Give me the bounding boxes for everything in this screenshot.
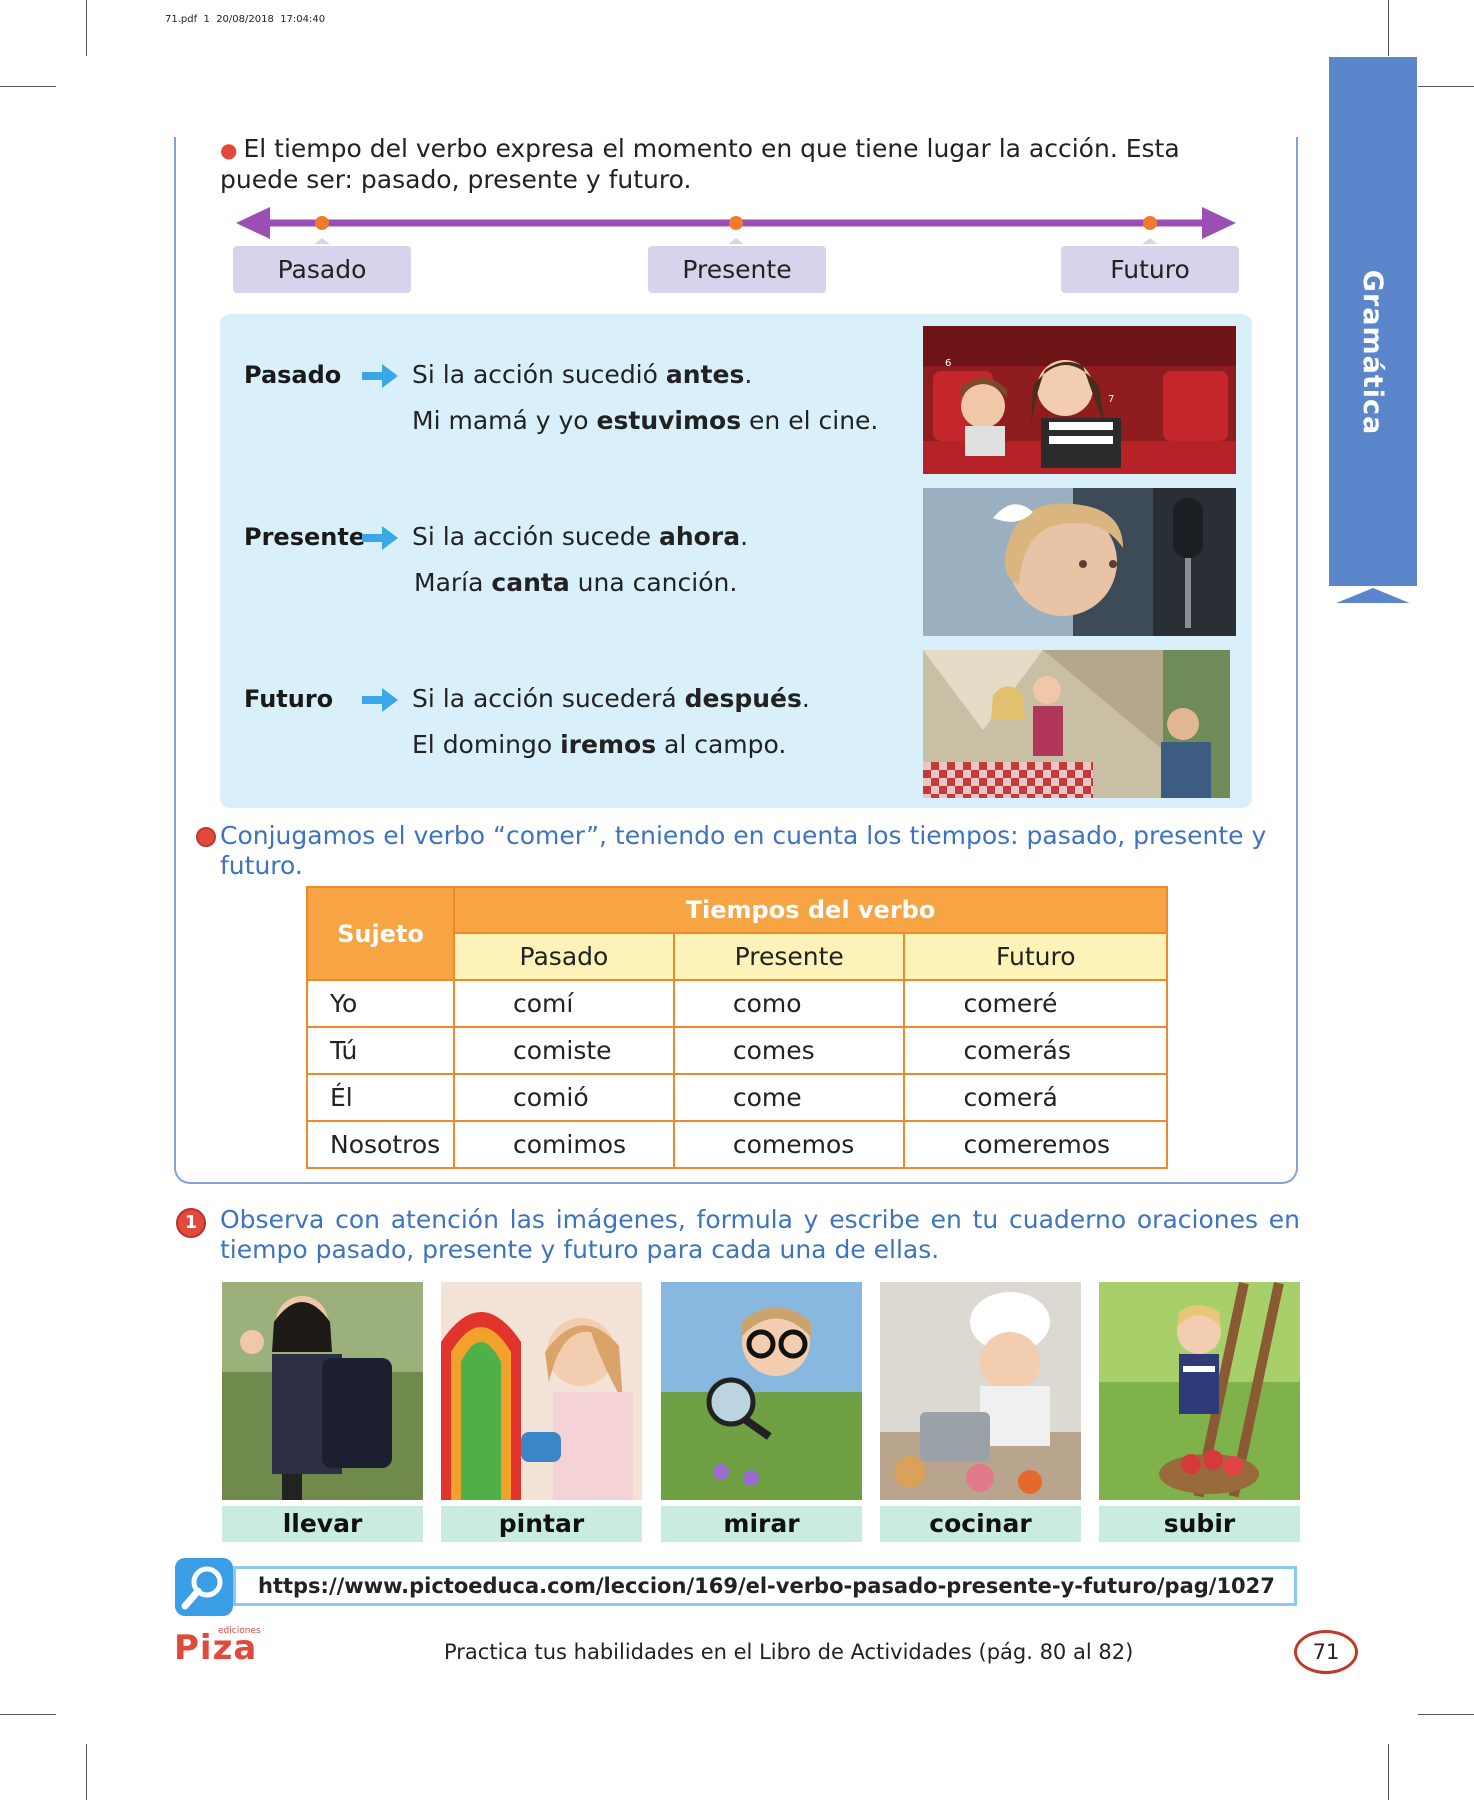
crop-mark: [1418, 86, 1474, 87]
arrow-right-icon: [362, 364, 398, 388]
subject-cell: Yo: [306, 979, 455, 1028]
search-icon: [175, 1558, 233, 1616]
verb-cell: comimos: [453, 1120, 675, 1169]
timeline-label-futuro: Futuro: [1061, 246, 1239, 293]
timeline-label-pasado: Pasado: [233, 246, 411, 293]
verb-cell: comiste: [453, 1026, 675, 1075]
page-number: 71: [1294, 1630, 1358, 1674]
tense-definition: Si la acción sucederá después.: [412, 684, 810, 713]
conjugation-title: Conjugamos el verbo “comer”, teniendo en…: [220, 821, 1267, 880]
girl-painting-photo: [441, 1282, 642, 1500]
side-tab-label: Gramática: [1357, 269, 1389, 435]
table-row: Tú comiste comes comerás: [306, 1026, 1168, 1075]
header-tenses: Tiempos del verbo: [453, 886, 1168, 934]
verb-cell: comes: [672, 1026, 906, 1075]
boy-magnifier-photo: [661, 1282, 862, 1500]
verb-cell: comerá: [903, 1073, 1168, 1122]
camping-family-photo: [923, 650, 1230, 798]
verb-cell: comeremos: [903, 1120, 1168, 1169]
exercise-label-cocinar: cocinar: [880, 1506, 1081, 1542]
header-futuro: Futuro: [903, 932, 1168, 981]
table-header-row: Sujeto Tiempos del verbo: [306, 886, 1168, 981]
subject-cell: Nosotros: [306, 1120, 455, 1169]
bullet-icon: ●: [220, 138, 238, 162]
verb-cell: comí: [453, 979, 675, 1028]
conjugation-table: Sujeto Tiempos del verbo Pasado Presente…: [306, 886, 1168, 1169]
exercise-label-llevar: llevar: [222, 1506, 423, 1542]
footer-text: Practica tus habilidades en el Libro de …: [444, 1640, 1134, 1664]
tense-definition: Si la acción sucedió antes.: [412, 360, 753, 389]
exercise-label-mirar: mirar: [661, 1506, 862, 1542]
table-row: Yo comí como comeré: [306, 979, 1168, 1028]
header-subject: Sujeto: [306, 886, 455, 981]
crop-mark: [0, 1714, 56, 1715]
verb-cell: comemos: [672, 1120, 906, 1169]
crop-mark: [1388, 1744, 1389, 1800]
tense-term-pasado: Pasado: [244, 361, 342, 389]
singing-girl-photo: [923, 488, 1236, 636]
bullet-icon: [196, 827, 216, 847]
header-pasado: Pasado: [453, 932, 675, 981]
tense-term-presente: Presente: [244, 523, 366, 551]
svg-text:6: 6: [945, 358, 951, 369]
timeline-label-presente: Presente: [648, 246, 826, 293]
crop-mark: [0, 86, 56, 87]
cinema-photo: 6 7: [923, 326, 1236, 474]
arrow-right-icon: [362, 526, 398, 550]
table-row: Nosotros comimos comemos comeremos: [306, 1120, 1168, 1169]
table-row: Él comió come comerá: [306, 1073, 1168, 1122]
exercise-instructions: Observa con atención las imágenes, formu…: [220, 1205, 1300, 1264]
timeline: [236, 207, 1236, 244]
verb-cell: comeré: [903, 979, 1168, 1028]
subject-cell: Tú: [306, 1026, 455, 1075]
tense-example: María canta una canción.: [414, 568, 738, 597]
girl-backpack-photo: [222, 1282, 423, 1500]
crop-mark: [1388, 0, 1389, 56]
child-climbing-ladder-photo: [1099, 1282, 1300, 1500]
crop-mark: [1418, 1714, 1474, 1715]
resource-link[interactable]: https://www.pictoeduca.com/leccion/169/e…: [233, 1566, 1297, 1606]
side-tab-notch: [1329, 586, 1417, 606]
print-info: 71.pdf 1 20/08/2018 17:04:40: [165, 14, 326, 25]
crop-mark: [86, 0, 87, 56]
verb-cell: como: [672, 979, 906, 1028]
tense-term-futuro: Futuro: [244, 685, 334, 713]
subject-cell: Él: [306, 1073, 455, 1122]
tense-example: El domingo iremos al campo.: [412, 730, 787, 759]
header-presente: Presente: [672, 932, 906, 981]
child-cooking-photo: [880, 1282, 1081, 1500]
crop-mark: [86, 1744, 87, 1800]
verb-cell: come: [672, 1073, 906, 1122]
exercise-number-badge: 1: [176, 1208, 206, 1238]
publisher-logo: Piza: [174, 1628, 258, 1668]
svg-text:7: 7: [1108, 394, 1114, 405]
verb-cell: comió: [453, 1073, 675, 1122]
intro-paragraph: ● El tiempo del verbo expresa el momento …: [220, 134, 1180, 194]
verb-cell: comerás: [903, 1026, 1168, 1075]
exercise-label-subir: subir: [1099, 1506, 1300, 1542]
arrow-right-icon: [362, 688, 398, 712]
tense-example: Mi mamá y yo estuvimos en el cine.: [412, 406, 879, 435]
exercise-label-pintar: pintar: [441, 1506, 642, 1542]
tense-definition: Si la acción sucede ahora.: [412, 522, 749, 551]
